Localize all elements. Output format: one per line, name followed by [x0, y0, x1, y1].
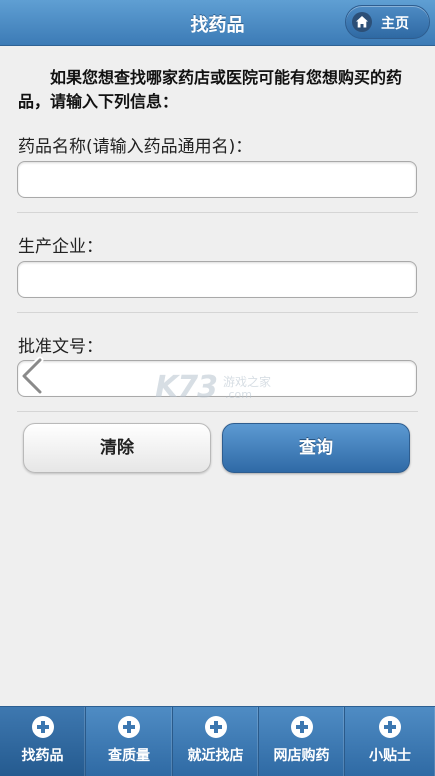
divider — [17, 212, 418, 213]
plus-circle-icon — [379, 716, 401, 738]
plus-circle-icon — [31, 716, 54, 738]
divider — [17, 312, 418, 313]
approval-number-label: 批准文号： — [18, 337, 103, 357]
tab-nearby-store[interactable]: 就近找店 — [173, 707, 259, 776]
bottom-tab-bar: 找药品 查质量 就近找店 网店购药 小贴士 — [0, 706, 435, 776]
watermark-logo: K73 游戏之家 .com — [155, 370, 285, 406]
home-icon — [352, 12, 372, 32]
tab-label: 小贴士 — [369, 748, 411, 764]
tab-online-pharmacy[interactable]: 网店购药 — [259, 707, 345, 776]
intro-text: 如果您想查找哪家药店或医院可能有您想购买的药品，请输入下列信息： — [18, 68, 403, 111]
tab-label: 网店购药 — [273, 748, 330, 764]
query-button[interactable]: 查询 — [222, 423, 410, 473]
divider — [17, 411, 418, 412]
tab-label: 查质量 — [108, 748, 150, 764]
tab-label: 找药品 — [21, 748, 64, 764]
watermark-logo-text: K73 — [155, 370, 218, 405]
tab-find-drug[interactable]: 找药品 — [0, 707, 86, 776]
plus-circle-icon — [118, 716, 140, 738]
tab-tips[interactable]: 小贴士 — [345, 707, 435, 776]
plus-circle-icon — [204, 716, 227, 738]
clear-button[interactable]: 清除 — [23, 423, 211, 473]
manufacturer-label: 生产企业： — [18, 237, 103, 257]
drug-name-input[interactable] — [17, 161, 417, 198]
plus-circle-icon — [290, 716, 313, 738]
manufacturer-input[interactable] — [17, 261, 417, 298]
top-bar: 找药品 主页 — [0, 0, 435, 46]
watermark-domain: .com — [225, 388, 252, 401]
drug-name-label: 药品名称(请输入药品通用名)： — [18, 137, 253, 157]
home-button-label: 主页 — [381, 16, 409, 32]
tab-check-quality[interactable]: 查质量 — [86, 707, 173, 776]
home-button[interactable]: 主页 — [345, 5, 430, 39]
back-chevron-icon[interactable] — [16, 356, 46, 396]
tab-label: 就近找店 — [187, 748, 244, 764]
